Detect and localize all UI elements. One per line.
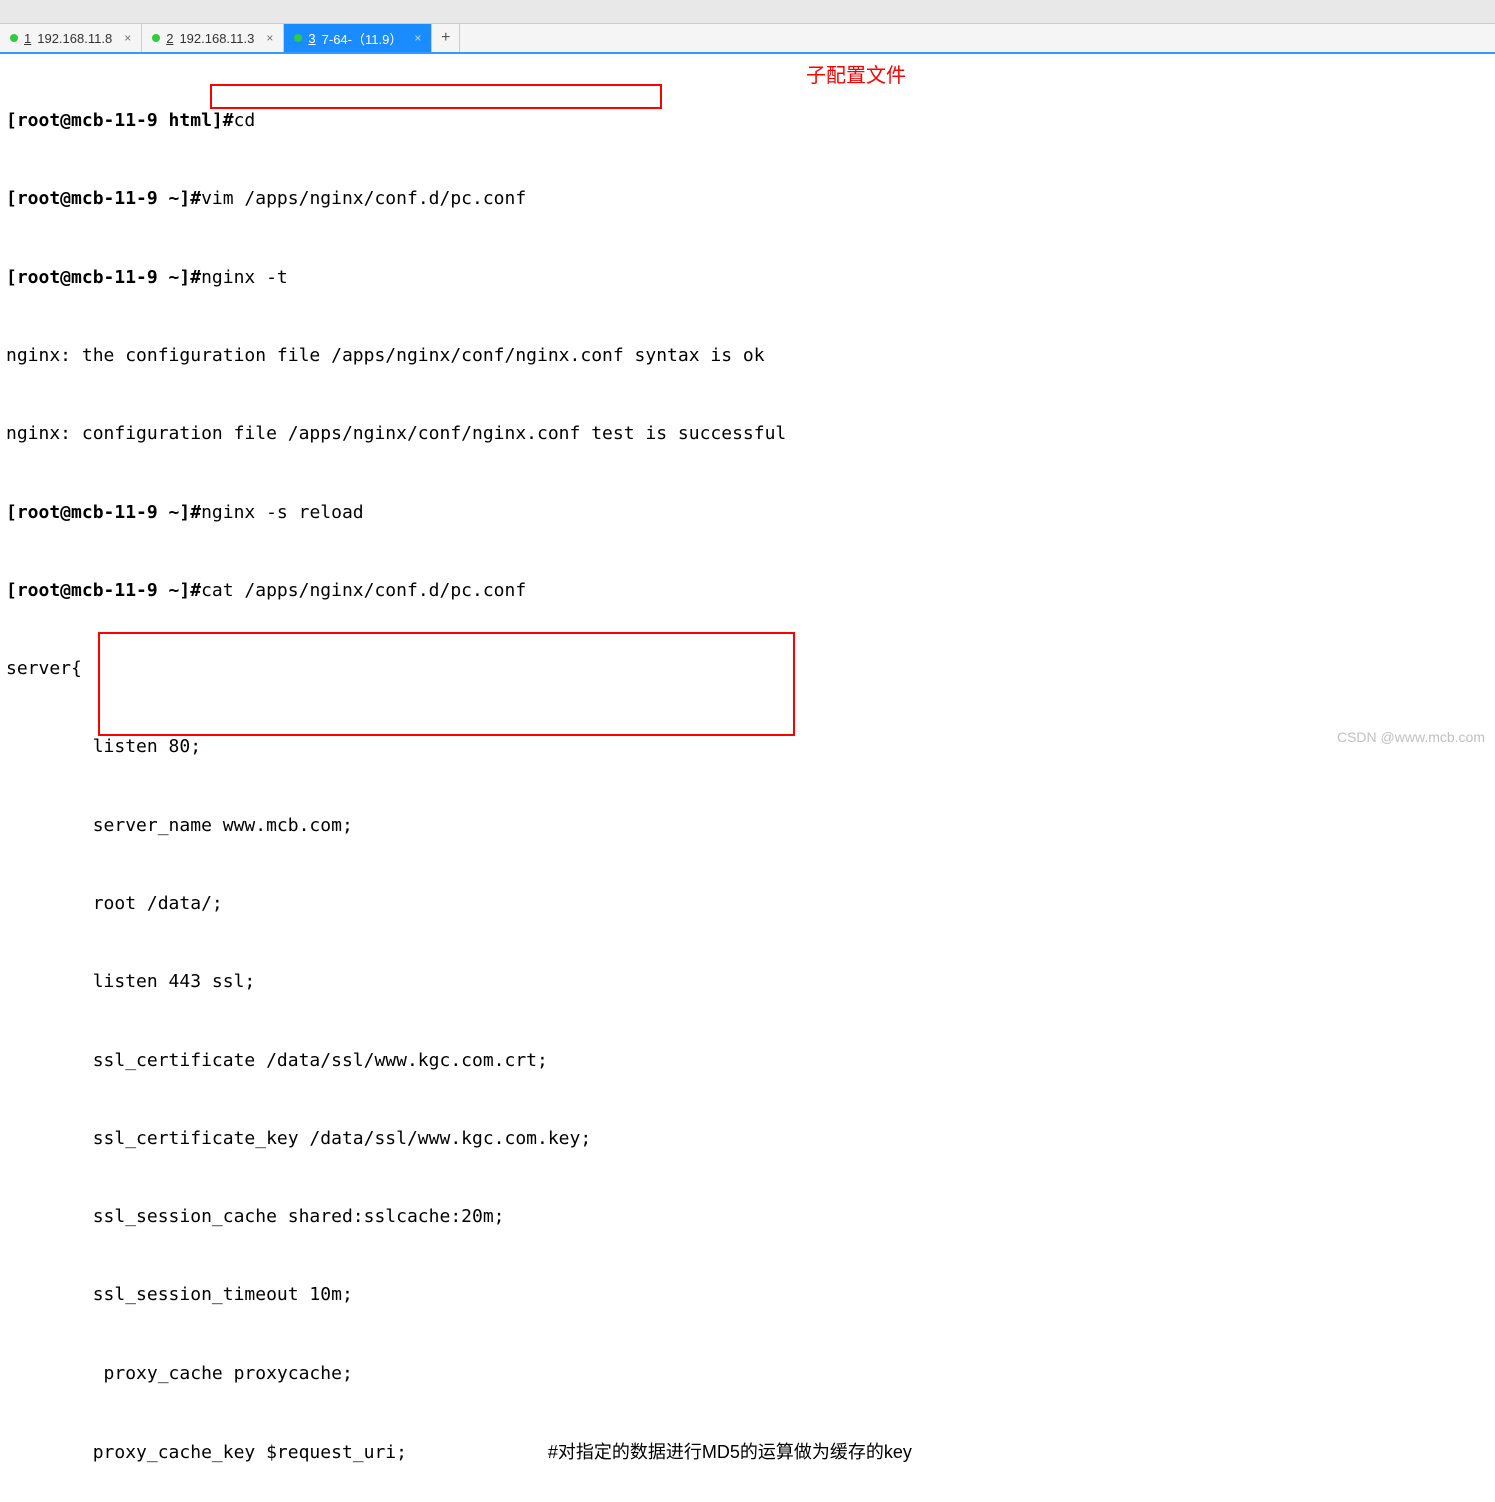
config-line: server{ bbox=[6, 656, 1489, 682]
tab-3[interactable]: 3 7-64-（11.9） × bbox=[284, 24, 432, 52]
close-icon[interactable]: × bbox=[124, 31, 131, 45]
config-line: listen 80; bbox=[6, 734, 1489, 760]
config-line: listen 443 ssl; bbox=[6, 969, 1489, 995]
close-icon[interactable]: × bbox=[414, 31, 421, 45]
config-line: ssl_session_cache shared:sslcache:20m; bbox=[6, 1204, 1489, 1230]
watermark: CSDN @www.mcb.com bbox=[1337, 729, 1485, 745]
tab-1[interactable]: 1 192.168.11.8 × bbox=[0, 24, 142, 52]
config-line: server_name www.mcb.com; bbox=[6, 813, 1489, 839]
shell-command: cat /apps/nginx/conf.d/pc.conf bbox=[201, 580, 526, 601]
shell-command: nginx -t bbox=[201, 267, 288, 288]
config-line: ssl_certificate_key /data/ssl/www.kgc.co… bbox=[6, 1126, 1489, 1152]
highlight-box bbox=[98, 632, 795, 736]
tab-2[interactable]: 2 192.168.11.3 × bbox=[142, 24, 284, 52]
shell-prompt: [root@mcb-11-9 html]# bbox=[6, 110, 234, 131]
output-line: nginx: the configuration file /apps/ngin… bbox=[6, 343, 1489, 369]
annotation-label: 子配置文件 bbox=[806, 62, 906, 91]
output-line: nginx: configuration file /apps/nginx/co… bbox=[6, 421, 1489, 447]
terminal-output[interactable]: [root@mcb-11-9 html]#cd [root@mcb-11-9 ~… bbox=[0, 54, 1495, 1502]
highlight-box bbox=[210, 84, 662, 109]
tab-index: 2 bbox=[166, 31, 173, 46]
shell-command: cd bbox=[234, 110, 256, 131]
shell-prompt: [root@mcb-11-9 ~]# bbox=[6, 188, 201, 209]
add-tab-button[interactable]: + bbox=[432, 24, 460, 52]
shell-prompt: [root@mcb-11-9 ~]# bbox=[6, 502, 201, 523]
config-line: proxy_cache_key $request_uri; bbox=[6, 1442, 548, 1463]
tab-label: 192.168.11.8 bbox=[37, 31, 112, 46]
tab-index: 1 bbox=[24, 31, 31, 46]
tab-label: 192.168.11.3 bbox=[179, 31, 254, 46]
tab-label: 7-64-（11.9） bbox=[322, 29, 403, 48]
menu-bar bbox=[0, 0, 1495, 24]
config-line: ssl_session_timeout 10m; bbox=[6, 1282, 1489, 1308]
shell-command: nginx -s reload bbox=[201, 502, 364, 523]
config-line: root /data/; bbox=[6, 891, 1489, 917]
config-line: ssl_certificate /data/ssl/www.kgc.com.cr… bbox=[6, 1048, 1489, 1074]
tab-bar: 1 192.168.11.8 × 2 192.168.11.3 × 3 7-64… bbox=[0, 24, 1495, 54]
shell-command: vim /apps/nginx/conf.d/pc.conf bbox=[201, 188, 526, 209]
status-dot-icon bbox=[152, 34, 160, 42]
tab-index: 3 bbox=[308, 31, 315, 46]
config-line: proxy_cache proxycache; bbox=[6, 1361, 1489, 1387]
shell-prompt: [root@mcb-11-9 ~]# bbox=[6, 580, 201, 601]
status-dot-icon bbox=[294, 34, 302, 42]
close-icon[interactable]: × bbox=[266, 31, 273, 45]
shell-prompt: [root@mcb-11-9 ~]# bbox=[6, 267, 201, 288]
comment-cn: #对指定的数据进行MD5的运算做为缓存的key bbox=[548, 1442, 912, 1462]
status-dot-icon bbox=[10, 34, 18, 42]
